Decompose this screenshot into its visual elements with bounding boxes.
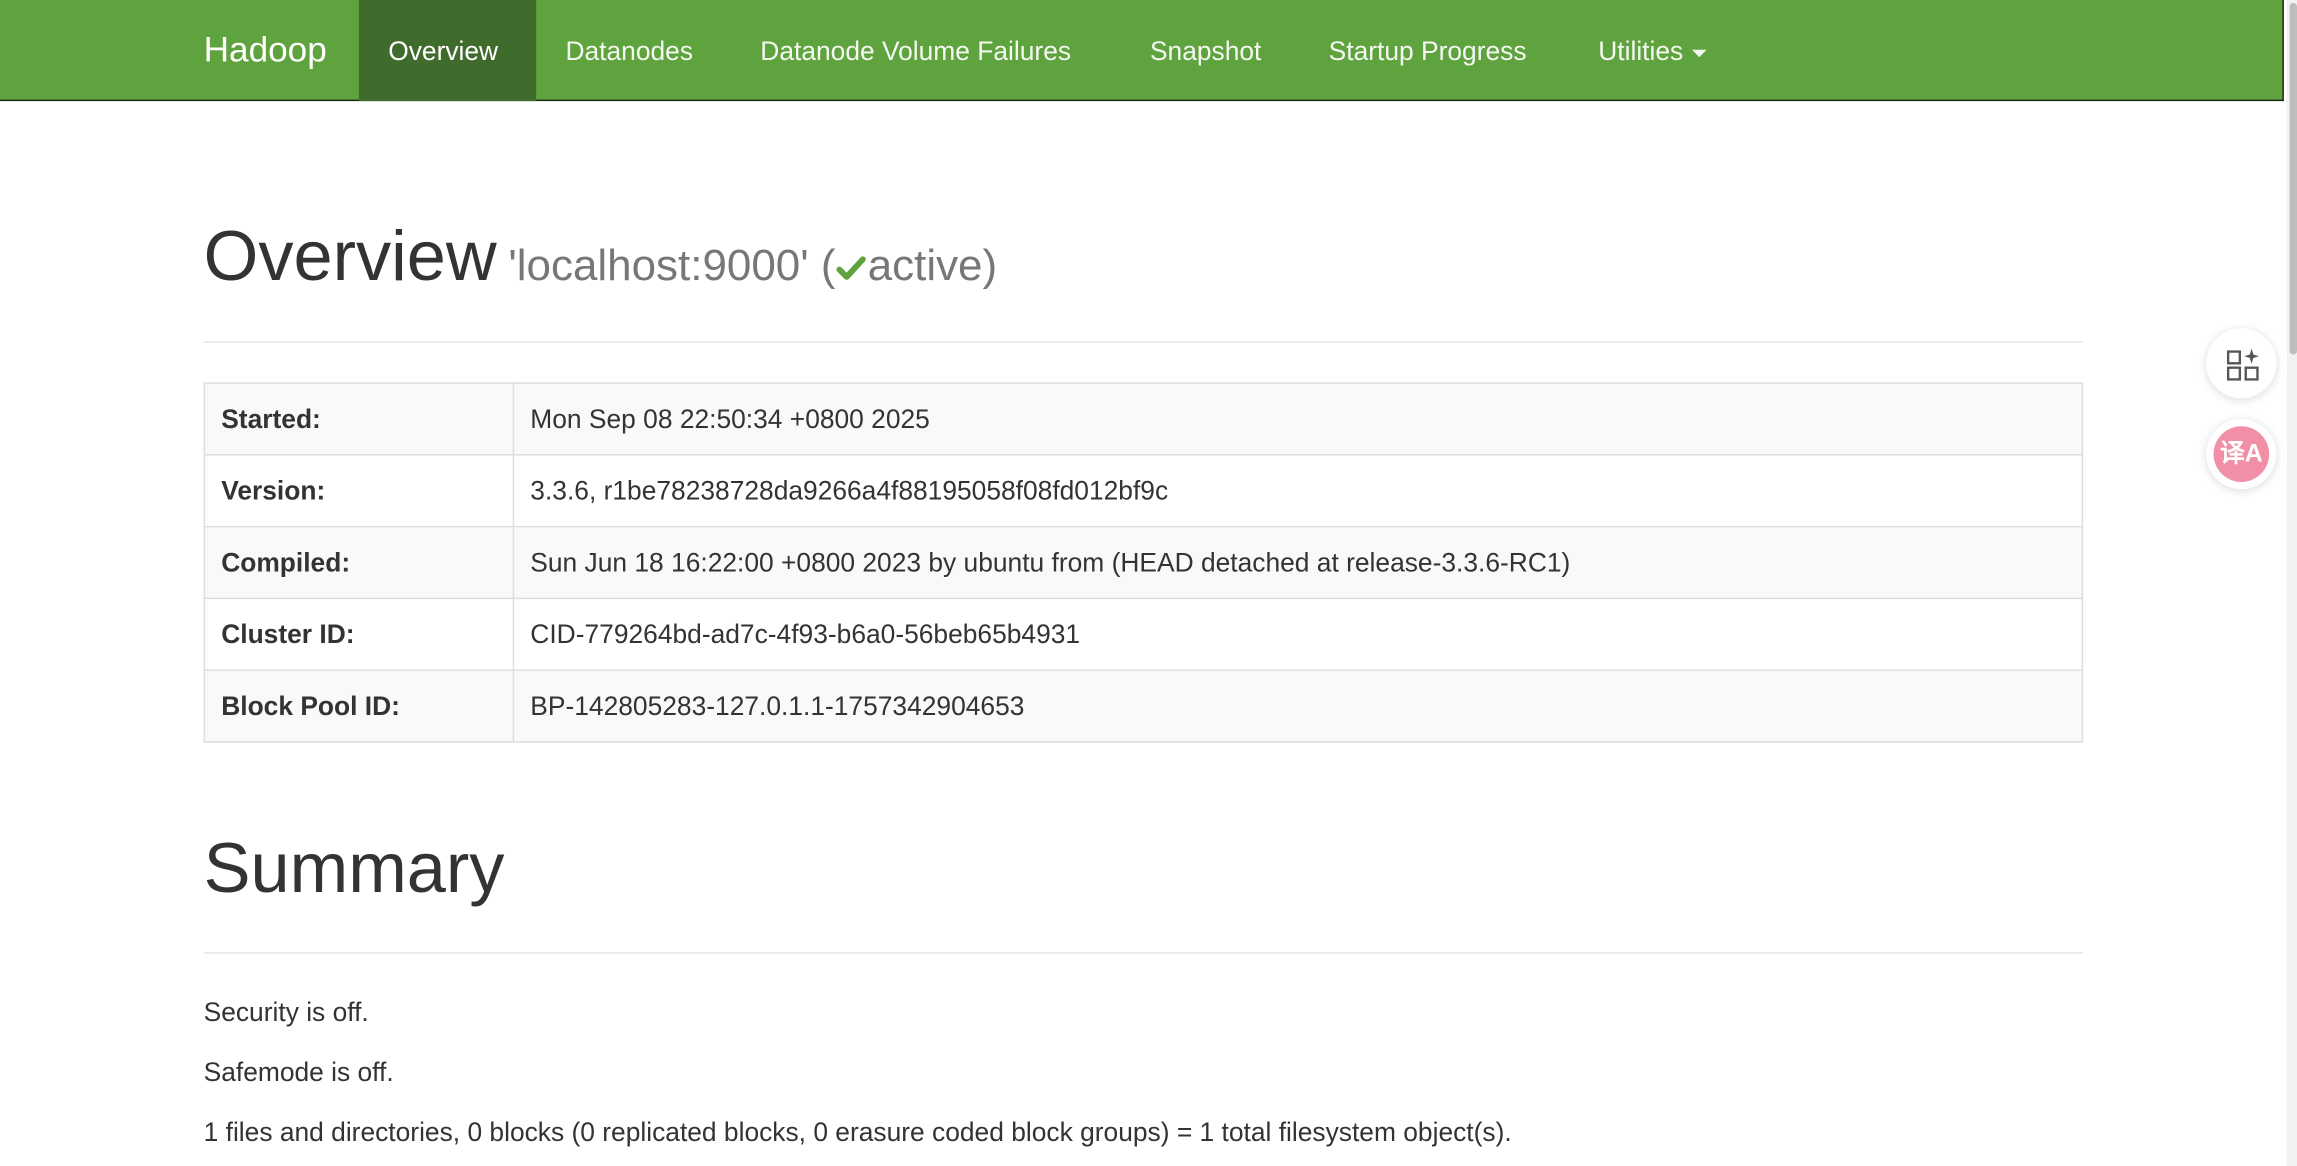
nav-tab-snapshot[interactable]: Snapshot	[1121, 0, 1291, 101]
row-value-version: 3.3.6, r1be78238728da9266a4f88195058f08f…	[512, 454, 2084, 528]
overview-heading: Overview	[203, 218, 497, 296]
row-value-started: Mon Sep 08 22:50:34 +0800 2025	[512, 382, 2084, 456]
status-close: )	[982, 241, 998, 291]
overview-info-table: Started: Mon Sep 08 22:50:34 +0800 2025 …	[203, 382, 2084, 743]
security-status: Security is off.	[203, 997, 369, 1027]
table-row: Version: 3.3.6, r1be78238728da9266a4f881…	[203, 454, 2084, 528]
page-title: Overview'localhost:9000' ( active)	[204, 217, 998, 298]
table-row: Compiled: Sun Jun 18 16:22:00 +0800 2023…	[203, 525, 2084, 600]
check-icon	[836, 249, 867, 290]
filesystem-objects-summary: 1 files and directories, 0 blocks (0 rep…	[203, 1117, 1512, 1148]
nav-tab-datanode-volume-failures[interactable]: Datanode Volume Failures	[731, 0, 1100, 101]
row-value-block-pool-id: BP-142805283-127.0.1.1-1757342904653	[512, 669, 2084, 743]
nav-tab-datanodes[interactable]: Datanodes	[536, 0, 722, 101]
namenode-host: 'localhost:9000' (	[508, 241, 836, 291]
floating-apps-button[interactable]	[2206, 328, 2277, 399]
scrollbar-thumb[interactable]	[2289, 2, 2297, 355]
row-label-started: Started:	[203, 382, 515, 456]
table-row: Cluster ID: CID-779264bd-ad7c-4f93-b6a0-…	[203, 597, 2084, 671]
translate-icon: 译A	[2213, 426, 2270, 482]
nav-tab-overview[interactable]: Overview	[358, 0, 537, 102]
table-row: Started: Mon Sep 08 22:50:34 +0800 2025	[203, 382, 2084, 456]
row-label-block-pool-id: Block Pool ID:	[203, 669, 515, 743]
nav-tab-startup-progress[interactable]: Startup Progress	[1299, 0, 1555, 101]
safemode-status: Safemode is off.	[203, 1057, 394, 1087]
page: Hadoop Overview Datanodes Datanode Volum…	[0, 0, 2297, 1166]
floating-translate-button[interactable]: 译A	[2206, 418, 2277, 490]
table-row: Block Pool ID: BP-142805283-127.0.1.1-17…	[203, 669, 2084, 743]
top-navbar: Hadoop Overview Datanodes Datanode Volum…	[0, 0, 2284, 102]
row-value-cluster-id: CID-779264bd-ad7c-4f93-b6a0-56beb65b4931	[512, 597, 2084, 671]
brand-link[interactable]: Hadoop	[204, 0, 327, 101]
summary-heading: Summary	[203, 830, 505, 909]
utilities-label: Utilities	[1598, 36, 1684, 66]
divider	[203, 952, 2084, 954]
row-value-compiled: Sun Jun 18 16:22:00 +0800 2023 by ubuntu…	[512, 525, 2084, 600]
divider	[203, 341, 2084, 343]
row-label-cluster-id: Cluster ID:	[203, 597, 515, 671]
row-label-compiled: Compiled:	[203, 525, 515, 600]
status-badge: active	[867, 241, 983, 291]
nav-dropdown-utilities[interactable]: Utilities	[1569, 0, 1736, 101]
row-label-version: Version:	[203, 454, 515, 528]
caret-down-icon	[1692, 49, 1707, 57]
apps-sparkle-icon	[2226, 348, 2259, 381]
